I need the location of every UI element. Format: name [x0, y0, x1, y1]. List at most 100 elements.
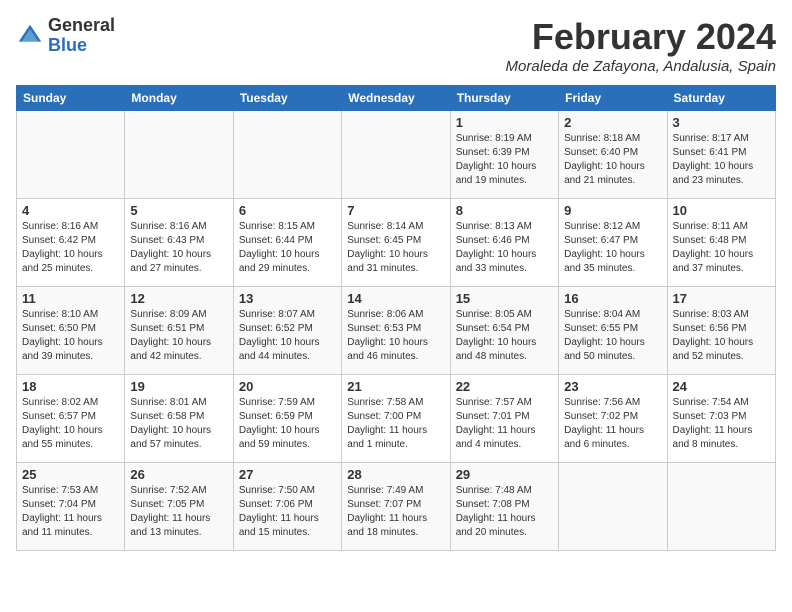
day-info: Sunrise: 8:04 AM Sunset: 6:55 PM Dayligh… — [564, 308, 661, 364]
day-number: 6 — [239, 203, 336, 218]
day-info: Sunrise: 8:07 AM Sunset: 6:52 PM Dayligh… — [239, 308, 336, 364]
day-info: Sunrise: 8:14 AM Sunset: 6:45 PM Dayligh… — [347, 220, 444, 276]
logo-general-text: General — [48, 16, 115, 36]
day-info: Sunrise: 7:54 AM Sunset: 7:03 PM Dayligh… — [673, 396, 770, 452]
calendar-week-row: 18Sunrise: 8:02 AM Sunset: 6:57 PM Dayli… — [17, 375, 776, 463]
calendar-cell — [233, 111, 341, 199]
day-info: Sunrise: 7:50 AM Sunset: 7:06 PM Dayligh… — [239, 484, 336, 540]
day-info: Sunrise: 7:57 AM Sunset: 7:01 PM Dayligh… — [456, 396, 553, 452]
weekday-header: Thursday — [450, 86, 558, 111]
day-info: Sunrise: 8:06 AM Sunset: 6:53 PM Dayligh… — [347, 308, 444, 364]
page-header: General Blue February 2024 Moraleda de Z… — [16, 16, 776, 75]
calendar-table: SundayMondayTuesdayWednesdayThursdayFrid… — [16, 85, 776, 551]
day-number: 27 — [239, 467, 336, 482]
day-number: 7 — [347, 203, 444, 218]
day-number: 5 — [130, 203, 227, 218]
day-number: 29 — [456, 467, 553, 482]
calendar-cell: 20Sunrise: 7:59 AM Sunset: 6:59 PM Dayli… — [233, 375, 341, 463]
day-number: 17 — [673, 291, 770, 306]
day-number: 10 — [673, 203, 770, 218]
day-number: 22 — [456, 379, 553, 394]
logo-blue-text: Blue — [48, 36, 115, 56]
calendar-cell: 25Sunrise: 7:53 AM Sunset: 7:04 PM Dayli… — [17, 463, 125, 551]
day-info: Sunrise: 8:19 AM Sunset: 6:39 PM Dayligh… — [456, 132, 553, 188]
calendar-cell: 10Sunrise: 8:11 AM Sunset: 6:48 PM Dayli… — [667, 199, 775, 287]
calendar-cell: 23 Sunrise: 7:56 AM Sunset: 7:02 PM Dayli… — [559, 375, 667, 463]
weekday-header: Monday — [125, 86, 233, 111]
day-info: Sunrise: 7:49 AM Sunset: 7:07 PM Dayligh… — [347, 484, 444, 540]
day-info: Sunrise: 8:16 AM Sunset: 6:42 PM Dayligh… — [22, 220, 119, 276]
calendar-cell: 8 Sunrise: 8:13 AM Sunset: 6:46 PM Daylig… — [450, 199, 558, 287]
day-info: Sunrise: 8:09 AM Sunset: 6:51 PM Dayligh… — [130, 308, 227, 364]
day-info: Sunrise: 8:03 AM Sunset: 6:56 PM Dayligh… — [673, 308, 770, 364]
weekday-header: Wednesday — [342, 86, 450, 111]
day-number: 16 — [564, 291, 661, 306]
logo: General Blue — [16, 16, 115, 56]
day-number: 1 — [456, 115, 553, 130]
calendar-week-row: 11 Sunrise: 8:10 AM Sunset: 6:50 PM Dayli… — [17, 287, 776, 375]
day-number: 21 — [347, 379, 444, 394]
day-number: 19 — [130, 379, 227, 394]
day-number: 12 — [130, 291, 227, 306]
title-area: February 2024 Moraleda de Zafayona, Anda… — [506, 16, 776, 75]
day-info: Sunrise: 8:13 AM Sunset: 6:46 PM Dayligh… — [456, 220, 553, 276]
calendar-cell: 4Sunrise: 8:16 AM Sunset: 6:42 PM Daylig… — [17, 199, 125, 287]
day-info: Sunrise: 8:15 AM Sunset: 6:44 PM Dayligh… — [239, 220, 336, 276]
calendar-cell: 1 Sunrise: 8:19 AM Sunset: 6:39 PM Daylig… — [450, 111, 558, 199]
day-info: Sunrise: 8:01 AM Sunset: 6:58 PM Dayligh… — [130, 396, 227, 452]
calendar-cell: 27 Sunrise: 7:50 AM Sunset: 7:06 PM Dayli… — [233, 463, 341, 551]
day-number: 9 — [564, 203, 661, 218]
day-number: 11 — [22, 291, 119, 306]
day-number: 8 — [456, 203, 553, 218]
calendar-cell: 3 Sunrise: 8:17 AM Sunset: 6:41 PM Daylig… — [667, 111, 775, 199]
calendar-week-row: 1 Sunrise: 8:19 AM Sunset: 6:39 PM Daylig… — [17, 111, 776, 199]
calendar-cell: 9 Sunrise: 8:12 AM Sunset: 6:47 PM Daylig… — [559, 199, 667, 287]
day-info: Sunrise: 7:48 AM Sunset: 7:08 PM Dayligh… — [456, 484, 553, 540]
day-number: 24 — [673, 379, 770, 394]
calendar-cell: 7 Sunrise: 8:14 AM Sunset: 6:45 PM Daylig… — [342, 199, 450, 287]
day-number: 26 — [130, 467, 227, 482]
day-info: Sunrise: 8:18 AM Sunset: 6:40 PM Dayligh… — [564, 132, 661, 188]
logo-icon — [16, 22, 44, 50]
weekday-header: Saturday — [667, 86, 775, 111]
calendar-cell: 21 Sunrise: 7:58 AM Sunset: 7:00 PM Dayli… — [342, 375, 450, 463]
calendar-cell — [342, 111, 450, 199]
month-title: February 2024 — [506, 16, 776, 58]
day-info: Sunrise: 7:56 AM Sunset: 7:02 PM Dayligh… — [564, 396, 661, 452]
day-info: Sunrise: 7:58 AM Sunset: 7:00 PM Dayligh… — [347, 396, 444, 452]
day-number: 13 — [239, 291, 336, 306]
calendar-cell: 14Sunrise: 8:06 AM Sunset: 6:53 PM Dayli… — [342, 287, 450, 375]
day-info: Sunrise: 8:16 AM Sunset: 6:43 PM Dayligh… — [130, 220, 227, 276]
day-info: Sunrise: 7:59 AM Sunset: 6:59 PM Dayligh… — [239, 396, 336, 452]
calendar-cell: 28Sunrise: 7:49 AM Sunset: 7:07 PM Dayli… — [342, 463, 450, 551]
day-info: Sunrise: 7:53 AM Sunset: 7:04 PM Dayligh… — [22, 484, 119, 540]
calendar-cell: 17 Sunrise: 8:03 AM Sunset: 6:56 PM Dayli… — [667, 287, 775, 375]
calendar-cell: 11 Sunrise: 8:10 AM Sunset: 6:50 PM Dayli… — [17, 287, 125, 375]
calendar-cell: 18Sunrise: 8:02 AM Sunset: 6:57 PM Dayli… — [17, 375, 125, 463]
calendar-cell: 12 Sunrise: 8:09 AM Sunset: 6:51 PM Dayli… — [125, 287, 233, 375]
day-info: Sunrise: 8:02 AM Sunset: 6:57 PM Dayligh… — [22, 396, 119, 452]
weekday-header-row: SundayMondayTuesdayWednesdayThursdayFrid… — [17, 86, 776, 111]
calendar-cell: 19 Sunrise: 8:01 AM Sunset: 6:58 PM Dayli… — [125, 375, 233, 463]
calendar-cell: 16 Sunrise: 8:04 AM Sunset: 6:55 PM Dayli… — [559, 287, 667, 375]
day-info: Sunrise: 8:17 AM Sunset: 6:41 PM Dayligh… — [673, 132, 770, 188]
day-info: Sunrise: 8:10 AM Sunset: 6:50 PM Dayligh… — [22, 308, 119, 364]
calendar-week-row: 25Sunrise: 7:53 AM Sunset: 7:04 PM Dayli… — [17, 463, 776, 551]
day-number: 3 — [673, 115, 770, 130]
weekday-header: Friday — [559, 86, 667, 111]
calendar-cell — [17, 111, 125, 199]
calendar-cell: 15 Sunrise: 8:05 AM Sunset: 6:54 PM Dayli… — [450, 287, 558, 375]
calendar-cell: 6 Sunrise: 8:15 AM Sunset: 6:44 PM Daylig… — [233, 199, 341, 287]
calendar-week-row: 4Sunrise: 8:16 AM Sunset: 6:42 PM Daylig… — [17, 199, 776, 287]
calendar-cell: 5 Sunrise: 8:16 AM Sunset: 6:43 PM Daylig… — [125, 199, 233, 287]
weekday-header: Tuesday — [233, 86, 341, 111]
calendar-cell: 24 Sunrise: 7:54 AM Sunset: 7:03 PM Dayli… — [667, 375, 775, 463]
calendar-cell — [667, 463, 775, 551]
day-number: 2 — [564, 115, 661, 130]
day-info: Sunrise: 8:05 AM Sunset: 6:54 PM Dayligh… — [456, 308, 553, 364]
day-info: Sunrise: 8:12 AM Sunset: 6:47 PM Dayligh… — [564, 220, 661, 276]
day-number: 23 — [564, 379, 661, 394]
day-number: 15 — [456, 291, 553, 306]
calendar-cell: 13 Sunrise: 8:07 AM Sunset: 6:52 PM Dayli… — [233, 287, 341, 375]
calendar-cell — [559, 463, 667, 551]
